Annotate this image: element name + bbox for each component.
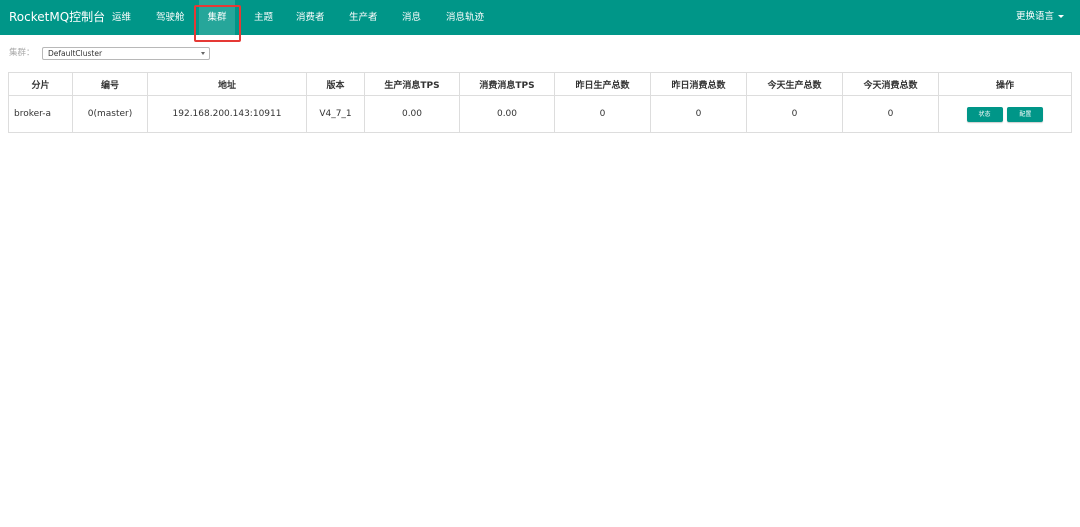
nav-item-cluster[interactable]: 集群 xyxy=(199,0,235,35)
nav-item-consumer[interactable]: 消费者 xyxy=(296,0,325,35)
column-header-actions: 操作 xyxy=(938,72,1072,96)
cell-id: 0(master) xyxy=(72,95,148,133)
nav-item-message-trace[interactable]: 消息轨迹 xyxy=(446,0,484,35)
cluster-filter-label: 集群： xyxy=(9,48,35,58)
nav-item-ops[interactable]: 运维 xyxy=(112,0,131,35)
cell-today-produce: 0 xyxy=(746,95,843,133)
language-switcher[interactable]: 更换语言 xyxy=(1016,0,1064,35)
cell-version: V4_7_1 xyxy=(306,95,365,133)
app-brand[interactable]: RocketMQ控制台 xyxy=(9,0,105,35)
column-header-today-consume: 今天消费总数 xyxy=(842,72,939,96)
column-header-yesterday-consume: 昨日消费总数 xyxy=(650,72,747,96)
cell-produce-tps: 0.00 xyxy=(364,95,460,133)
column-header-yesterday-produce: 昨日生产总数 xyxy=(554,72,651,96)
nav-item-producer[interactable]: 生产者 xyxy=(349,0,378,35)
cluster-table: 分片 编号 地址 版本 生产消息TPS 消费消息TPS 昨日生产总数 昨日消费总… xyxy=(8,72,1072,133)
cell-shard: broker-a xyxy=(8,95,73,133)
column-header-version: 版本 xyxy=(306,72,365,96)
column-header-address: 地址 xyxy=(147,72,307,96)
cluster-select-value: DefaultCluster xyxy=(48,49,103,58)
cell-actions: 状态 配置 xyxy=(938,95,1072,133)
nav-item-topic[interactable]: 主题 xyxy=(254,0,273,35)
table-header-row: 分片 编号 地址 版本 生产消息TPS 消费消息TPS 昨日生产总数 昨日消费总… xyxy=(8,72,1072,96)
language-label: 更换语言 xyxy=(1015,11,1054,22)
column-header-produce-tps: 生产消息TPS xyxy=(364,72,460,96)
cluster-select[interactable]: DefaultCluster xyxy=(42,47,210,60)
cell-yesterday-produce: 0 xyxy=(554,95,651,133)
status-button[interactable]: 状态 xyxy=(966,106,1003,122)
cell-consume-tps: 0.00 xyxy=(459,95,555,133)
column-header-id: 编号 xyxy=(72,72,148,96)
config-button[interactable]: 配置 xyxy=(1007,106,1044,122)
column-header-shard: 分片 xyxy=(8,72,73,96)
cell-today-consume: 0 xyxy=(842,95,939,133)
cell-yesterday-consume: 0 xyxy=(650,95,747,133)
table-row: broker-a 0(master) 192.168.200.143:10911… xyxy=(8,95,1072,133)
top-navbar: RocketMQ控制台 运维 驾驶舱 集群 主题 消费者 生产者 消息 消息轨迹… xyxy=(0,0,1080,35)
column-header-consume-tps: 消费消息TPS xyxy=(459,72,555,96)
caret-down-icon xyxy=(1058,15,1064,18)
nav-item-dashboard[interactable]: 驾驶舱 xyxy=(156,0,185,35)
nav-item-message[interactable]: 消息 xyxy=(402,0,421,35)
select-arrow-icon xyxy=(201,52,205,55)
cell-address: 192.168.200.143:10911 xyxy=(147,95,307,133)
column-header-today-produce: 今天生产总数 xyxy=(746,72,843,96)
